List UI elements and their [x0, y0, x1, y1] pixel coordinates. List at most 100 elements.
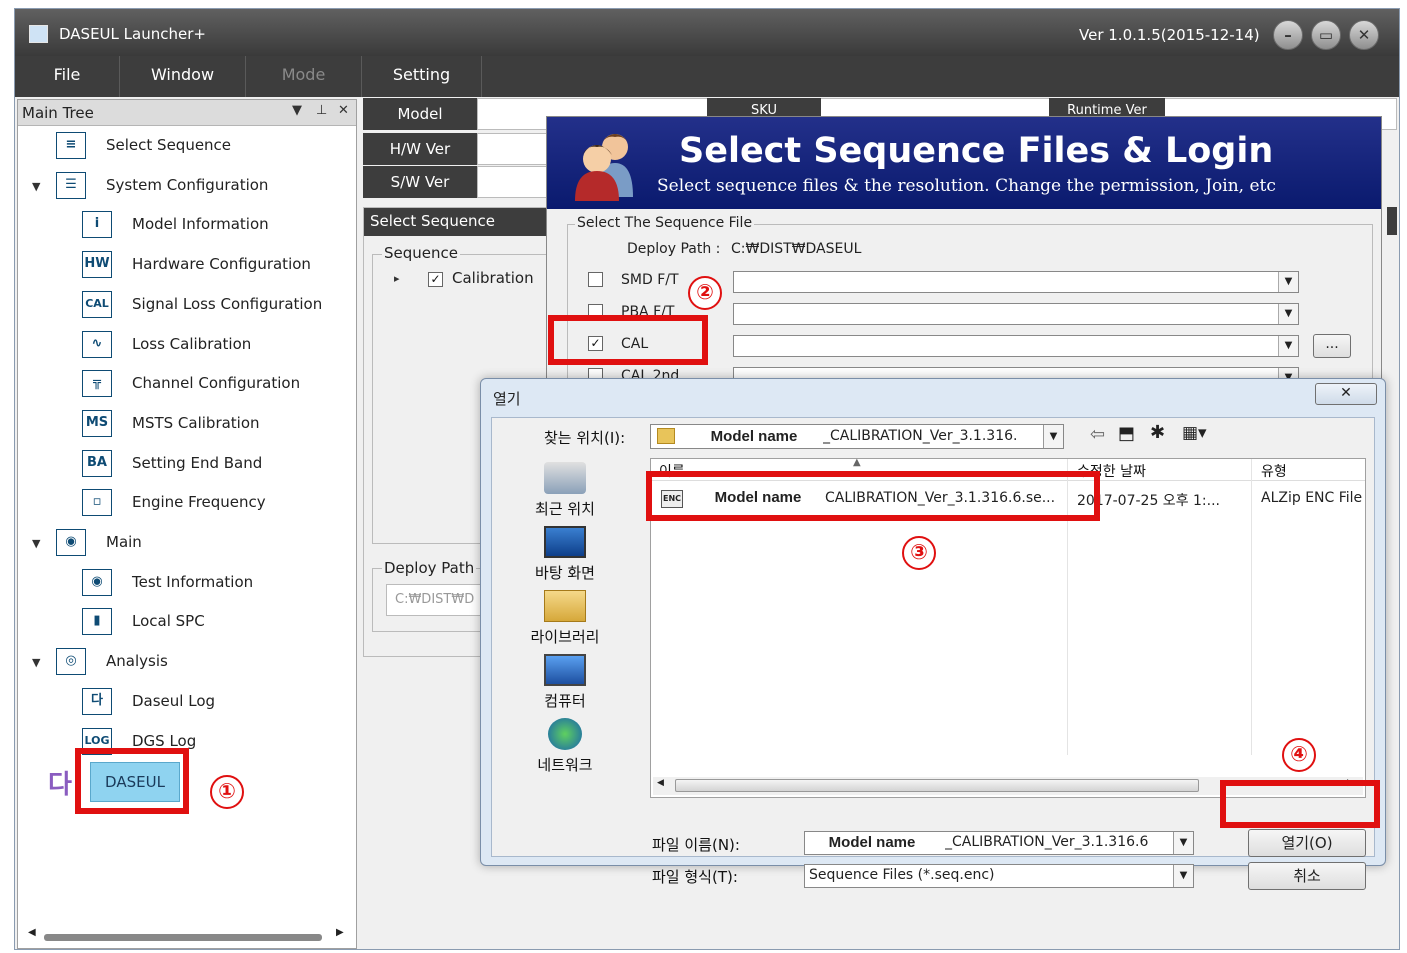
place-computer[interactable]: 컴퓨터 — [524, 654, 606, 711]
collapse-arrow-icon[interactable]: ▼ — [32, 180, 40, 193]
smd-ft-combo[interactable]: ▼ — [733, 271, 1299, 293]
view-menu-icon[interactable]: ▦▾ — [1182, 423, 1207, 443]
smd-ft-checkbox[interactable] — [588, 272, 603, 287]
sequence-group-label: Sequence — [382, 244, 460, 262]
collapse-arrow-icon[interactable]: ▼ — [32, 537, 40, 550]
network-icon — [548, 718, 582, 750]
place-desktop[interactable]: 바탕 화면 — [524, 526, 606, 583]
filetype-value: Sequence Files (*.seq.enc) — [809, 867, 995, 883]
filetype-label: 파일 형식(T): — [652, 868, 738, 886]
cancel-button[interactable]: 취소 — [1248, 862, 1366, 890]
menu-setting[interactable]: Setting — [362, 56, 482, 97]
tree-item-model-information[interactable]: i Model Information — [18, 211, 354, 251]
tree-item-label: System Configuration — [106, 175, 269, 194]
tree-item-channel-configuration[interactable]: ╦ Channel Configuration — [18, 370, 354, 410]
chevron-down-icon[interactable]: ▼ — [1043, 425, 1063, 448]
band-icon: BA — [82, 449, 112, 477]
tree-item-hardware-configuration[interactable]: HW Hardware Configuration — [18, 251, 354, 291]
main-tree-header: Main Tree ▼ ⊥ ✕ — [18, 100, 356, 126]
window-title: DASEUL Launcher+ — [59, 25, 206, 43]
tree-item-label: Signal Loss Configuration — [132, 294, 323, 313]
menu-file[interactable]: File — [15, 56, 120, 97]
new-folder-icon[interactable]: ✱ — [1150, 422, 1165, 443]
sequence-dialog-heading: Select Sequence Files & Login — [679, 131, 1274, 171]
callout-box-3 — [646, 471, 1100, 521]
waveform-icon: ∿ — [82, 330, 112, 358]
select-sequence-icon: ≡ — [56, 132, 86, 159]
main-tree-panel: Main Tree ▼ ⊥ ✕ ≡ Select Sequence ▼ ☰ System… — [17, 99, 357, 949]
look-in-value: _CALIBRATION_Ver_3.1.316. — [823, 428, 1018, 444]
tree-item-label: Analysis — [106, 652, 168, 671]
libraries-icon — [544, 590, 586, 622]
hw-ver-header: H/W Ver — [363, 133, 477, 165]
tree-item-label: Select Sequence — [106, 136, 232, 154]
scroll-right-icon[interactable]: ▶ — [336, 927, 344, 938]
tree-item-analysis[interactable]: ▼ ◎ Analysis — [18, 648, 354, 688]
callout-number-1: ① — [210, 775, 244, 809]
close-panel-icon[interactable]: ✕ — [338, 103, 349, 118]
place-network[interactable]: 네트워크 — [524, 718, 606, 775]
tree-item-loss-calibration[interactable]: ∿ Loss Calibration — [18, 330, 354, 371]
chevron-down-icon[interactable]: ▼ — [1278, 336, 1298, 356]
tree-item-select-sequence[interactable]: ≡ Select Sequence — [18, 132, 354, 172]
open-button[interactable]: 열기(O) — [1248, 829, 1366, 857]
callout-number-2: ② — [688, 276, 722, 310]
folder-icon — [657, 428, 675, 444]
tree-item-engine-frequency[interactable]: ▫ Engine Frequency — [18, 489, 354, 529]
back-icon[interactable]: ⇦ — [1090, 424, 1105, 445]
minimize-icon[interactable]: – — [1273, 20, 1303, 50]
chevron-down-icon[interactable]: ▼ — [1278, 272, 1298, 292]
desktop-icon — [544, 526, 586, 558]
browse-button[interactable]: ... — [1313, 334, 1351, 358]
pba-ft-combo[interactable]: ▼ — [733, 303, 1299, 325]
tree-item-msts-calibration[interactable]: MS MSTS Calibration — [18, 409, 354, 450]
dialog-close-icon[interactable]: ✕ — [1315, 383, 1377, 405]
tree-item-daseul-log[interactable]: 다 Daseul Log — [18, 687, 354, 728]
calibration-checkbox[interactable]: ✓ — [428, 272, 443, 287]
scroll-thumb[interactable] — [44, 934, 322, 941]
chevron-down-icon[interactable]: ▼ — [1173, 865, 1193, 887]
place-libraries[interactable]: 라이브러리 — [524, 590, 606, 647]
tree-item-main[interactable]: ▼ ◉ Main — [18, 529, 354, 569]
expand-arrow-icon[interactable]: ▸ — [394, 272, 400, 285]
close-icon[interactable]: ✕ — [1349, 20, 1379, 50]
tree-item-test-information[interactable]: ◉ Test Information — [18, 568, 354, 609]
scroll-left-icon[interactable]: ◀ — [28, 927, 36, 938]
sw-ver-value — [477, 166, 557, 198]
look-in-combo[interactable]: Model name _CALIBRATION_Ver_3.1.316. ▼ — [650, 424, 1064, 449]
deploy-path-caption: Deploy Path : — [627, 241, 721, 257]
tree-item-label: Daseul Log — [132, 691, 216, 710]
chevron-down-icon[interactable]: ▼ — [1278, 304, 1298, 324]
tree-item-signal-loss-configuration[interactable]: CAL Signal Loss Configuration — [18, 290, 354, 331]
calibration-label: Calibration — [452, 269, 534, 287]
filename-value[interactable]: _CALIBRATION_Ver_3.1.316.6 — [945, 834, 1171, 850]
engine-icon: ▫ — [82, 489, 112, 517]
tree-item-setting-end-band[interactable]: BA Setting End Band — [18, 449, 354, 490]
dropdown-icon[interactable]: ▼ — [292, 103, 302, 118]
tree-scrollbar[interactable]: ◀ ▶ — [24, 927, 348, 944]
maximize-icon[interactable]: ▭ — [1311, 20, 1341, 50]
filetype-combo[interactable]: Sequence Files (*.seq.enc) ▼ — [804, 864, 1194, 888]
column-type[interactable]: 유형 — [1261, 461, 1287, 481]
tree-item-local-spc[interactable]: ▮ Local SPC — [18, 608, 354, 648]
hw-ver-value — [477, 133, 557, 165]
select-sequence-header: Select Sequence — [364, 208, 562, 236]
deploy-path-label: Deploy Path — [382, 559, 477, 577]
sequence-dialog-banner: Select Sequence Files & Login Select seq… — [547, 117, 1381, 209]
scroll-left-icon[interactable]: ◀ — [657, 778, 664, 788]
system-configuration-icon: ☰ — [56, 171, 86, 199]
tree-item-system-configuration[interactable]: ▼ ☰ System Configuration — [18, 171, 354, 212]
cal-combo[interactable]: ▼ — [733, 335, 1299, 357]
scroll-thumb[interactable] — [675, 779, 1199, 792]
up-folder-icon[interactable]: ⬒ — [1118, 423, 1135, 444]
menu-window[interactable]: Window — [120, 56, 246, 97]
filename-combo[interactable]: Model name _CALIBRATION_Ver_3.1.316.6 ▼ — [804, 831, 1194, 855]
tree-item-label: Channel Configuration — [132, 374, 301, 393]
sw-ver-header: S/W Ver — [363, 166, 477, 198]
filename-model-name: Model name — [828, 834, 916, 851]
pin-icon[interactable]: ⊥ — [316, 103, 327, 118]
place-recent[interactable]: 최근 위치 — [524, 462, 606, 519]
menu-mode[interactable]: Mode — [246, 56, 362, 97]
collapse-arrow-icon[interactable]: ▼ — [32, 656, 40, 669]
chevron-down-icon[interactable]: ▼ — [1173, 832, 1193, 854]
